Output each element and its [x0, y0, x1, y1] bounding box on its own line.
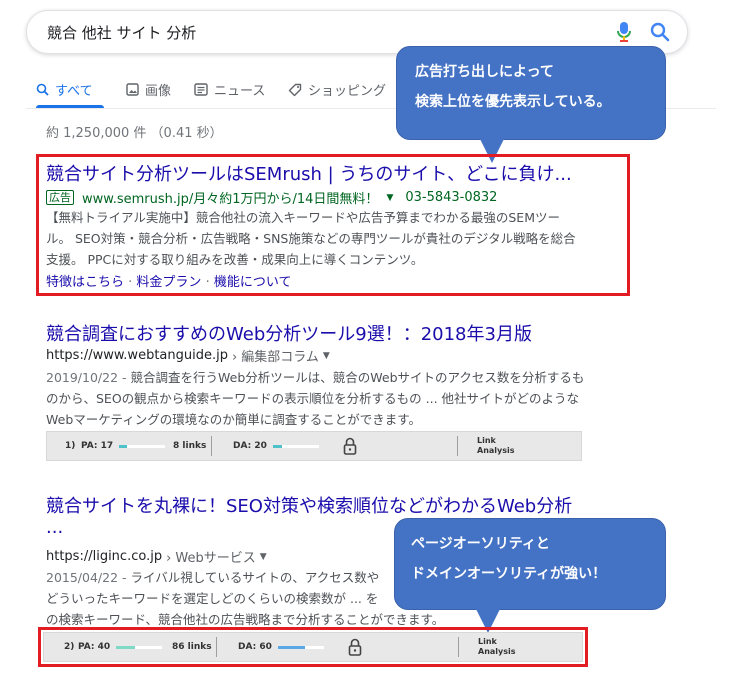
caret-down-icon[interactable]: ▼: [323, 351, 330, 361]
snippet-line: 【無料トライアル実施中】競合他社の流入キーワードや広告予算までわかる最強のSEM…: [46, 210, 560, 225]
pa-bar: [119, 444, 166, 448]
sitelink-features[interactable]: 特徴はこちら: [46, 275, 124, 290]
result-title[interactable]: 競合調査におすすめのWeb分析ツール9選！：2018年3月版: [46, 320, 532, 346]
search-input[interactable]: 競合 他社 サイト 分析: [47, 22, 196, 43]
caret-down-icon[interactable]: ▼: [386, 193, 393, 203]
moz-domain-authority: DA: 20: [233, 432, 319, 460]
result-stats: 約 1,250,000 件 （0.41 秒）: [46, 126, 223, 141]
snippet-line: のから、SEOの観点から検索キーワードの表示順位を分析するもの ... 他社サイ…: [46, 391, 580, 406]
tab-label: ショッピング: [308, 84, 387, 99]
divider: [458, 637, 459, 657]
result-breadcrumb: › 編集部コラム: [231, 350, 319, 365]
callout-authority-note: ページオーソリティと ドメインオーソリティが強い！: [394, 518, 666, 610]
tag-icon: [288, 83, 302, 96]
pa-bar: [116, 645, 163, 649]
search-icon: [36, 83, 49, 96]
callout-line: 検索上位を優先表示している。: [415, 94, 611, 110]
tab-all[interactable]: すべて: [36, 80, 93, 99]
tab-news[interactable]: ニュース: [194, 80, 265, 99]
ad-result-title[interactable]: 競合サイト分析ツールはSEMrush | うちのサイト、どこに負け...: [46, 160, 572, 186]
da-bar-fill: [272, 444, 283, 448]
result-breadcrumb: › Webサービス: [166, 551, 256, 566]
ad-sitelinks: 特徴はこちら · 料金プラン · 機能について: [46, 275, 292, 290]
divider: [457, 436, 458, 456]
result-url-row: https://liginc.co.jp › Webサービス ▼: [46, 547, 267, 566]
tab-label: すべて: [55, 84, 93, 99]
ad-phone[interactable]: 03-5843-0832: [405, 190, 497, 205]
pa-label: PA: 17: [81, 441, 114, 451]
moz-domain-authority: DA: 60: [238, 633, 324, 661]
moz-page-authority: PA: 17: [81, 432, 166, 460]
pa-bar-fill: [119, 444, 127, 448]
sitelink-functions[interactable]: 機能について: [214, 275, 292, 290]
sitelink-pricing[interactable]: 料金プラン: [136, 275, 201, 290]
moz-links: 8 links: [173, 441, 207, 451]
search-icon[interactable]: [649, 21, 671, 43]
mozbar: 1) PA: 17 8 links DA: 20 Link Analysis: [46, 431, 582, 461]
result-date: 2019/10/22 -: [46, 370, 131, 385]
microphone-icon[interactable]: [617, 21, 631, 43]
ad-result-url-row: 広告 www.semrush.jp/月々約1万円から/14日間無料！ ▼ 03-…: [46, 188, 497, 207]
callout-line: 広告打ち出しによって: [415, 64, 554, 80]
link-analysis-link[interactable]: Link Analysis: [478, 633, 516, 661]
caret-down-icon[interactable]: ▼: [260, 552, 267, 562]
tab-images[interactable]: 画像: [126, 80, 171, 99]
tab-label: 画像: [145, 84, 172, 99]
divider: [211, 436, 212, 456]
pa-bar-fill: [116, 645, 135, 649]
moz-page-authority: PA: 40: [78, 633, 163, 661]
ad-badge: 広告: [46, 190, 74, 205]
result-url-row: https://www.webtanguide.jp › 編集部コラム ▼: [46, 346, 330, 365]
callout-line: ページオーソリティと: [411, 536, 550, 552]
divider: [216, 637, 217, 657]
da-bar: [272, 444, 319, 448]
snippet-line: 支援。 PPCに対する取り組みを改善・成果向上に導くコンテンツ。: [46, 252, 424, 267]
lock-icon[interactable]: [348, 633, 362, 661]
mozbar: 2) PA: 40 86 links DA: 60 Link Analysis: [43, 632, 583, 662]
snippet-line: Webマーケティングの環境なのか簡単に調査することができます。: [46, 412, 422, 427]
pa-label: PA: 40: [78, 642, 111, 652]
da-label: DA: 60: [238, 642, 272, 652]
ad-result-snippet: 【無料トライアル実施中】競合他社の流入キーワードや広告予算までわかる最強のSEM…: [46, 207, 626, 270]
result-title[interactable]: 競合サイトを丸裸に！SEO対策や検索順位などがわかるWeb分析: [46, 492, 572, 518]
newspaper-icon: [194, 83, 208, 96]
snippet-line: 競合調査を行うWeb分析ツールは、競合のWebサイトのアクセス数を分析するも: [130, 370, 585, 385]
ad-result-url[interactable]: www.semrush.jp/月々約1万円から/14日間無料！: [82, 188, 378, 207]
result-url[interactable]: https://www.webtanguide.jp: [46, 348, 228, 363]
snippet-line: ル。 SEO対策・競合分析・広告戦略・SNS施策などの専門ツールが貴社のデジタル…: [46, 231, 576, 246]
moz-links: 86 links: [172, 642, 212, 652]
moz-index: 2): [64, 642, 75, 652]
da-label: DA: 20: [233, 441, 267, 451]
result-url[interactable]: https://liginc.co.jp: [46, 549, 162, 564]
callout-ad-note: 広告打ち出しによって 検索上位を優先表示している。: [396, 46, 666, 140]
tab-shopping[interactable]: ショッピング: [288, 80, 386, 99]
image-icon: [126, 83, 139, 96]
da-bar: [277, 645, 324, 649]
result-title-continued[interactable]: ...: [46, 517, 63, 538]
da-bar-fill: [277, 645, 306, 649]
snippet-line: ライバル視しているサイトの、アクセス数や: [130, 570, 380, 585]
lock-icon[interactable]: [343, 432, 357, 460]
result-snippet: 2019/10/22 - 競合調査を行うWeb分析ツールは、競合のWebサイトの…: [46, 367, 626, 430]
tab-label: ニュース: [214, 84, 266, 99]
callout-line: ドメインオーソリティが強い！: [411, 566, 607, 582]
result-date: 2015/04/22 -: [46, 570, 131, 585]
link-analysis-link[interactable]: Link Analysis: [477, 432, 515, 460]
moz-index: 1): [65, 441, 76, 451]
